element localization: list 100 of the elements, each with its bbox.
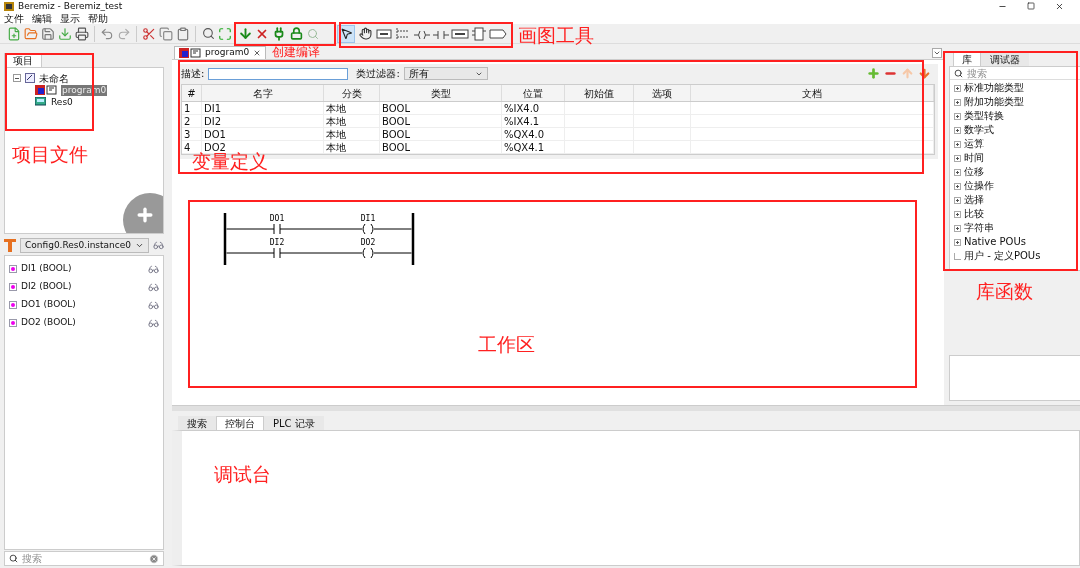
expand-icon[interactable] bbox=[954, 98, 961, 106]
glasses-icon[interactable] bbox=[148, 299, 159, 311]
glasses-icon[interactable] bbox=[148, 281, 159, 293]
expand-icon[interactable] bbox=[954, 168, 961, 176]
table-cell: %QX4.0 bbox=[504, 128, 545, 140]
expand-icon[interactable] bbox=[954, 126, 961, 134]
column-header[interactable]: 选项 bbox=[634, 85, 691, 101]
annotation-label: 调试台 bbox=[214, 463, 271, 485]
resource-icon bbox=[35, 97, 46, 107]
contact-label: DO1 bbox=[269, 214, 285, 223]
search-box[interactable]: 搜索 bbox=[4, 551, 164, 566]
instance-dropdown[interactable]: Config0.Res0.instance0 bbox=[20, 238, 149, 253]
column-header[interactable]: 位置 bbox=[502, 85, 565, 101]
search-field[interactable]: 搜索 bbox=[22, 551, 145, 566]
menu-item[interactable]: 显示 bbox=[60, 13, 80, 24]
clear-icon[interactable] bbox=[149, 553, 159, 564]
table-cell: BOOL bbox=[382, 141, 410, 153]
column-header[interactable]: # bbox=[182, 85, 202, 101]
expand-icon[interactable] bbox=[954, 154, 961, 162]
expand-icon[interactable] bbox=[954, 196, 961, 204]
annotation-label: 创建编译 bbox=[272, 46, 320, 58]
annotation-label: 变量定义 bbox=[192, 150, 268, 172]
column-header[interactable]: 初始值 bbox=[565, 85, 634, 101]
variable-icon bbox=[9, 301, 17, 309]
library-item[interactable]: 比较 bbox=[964, 208, 984, 220]
table-cell: 本地 bbox=[326, 128, 346, 140]
column-header[interactable]: 分类 bbox=[324, 85, 380, 101]
table-cell: DI2 bbox=[204, 115, 221, 127]
power-rail-icon bbox=[395, 26, 411, 41]
description-label: 描述: bbox=[181, 67, 205, 81]
library-item[interactable]: 时间 bbox=[964, 152, 984, 164]
variable-icon bbox=[9, 265, 17, 273]
plus-icon bbox=[135, 205, 155, 225]
filter-dropdown[interactable]: 所有 bbox=[403, 67, 488, 80]
glasses-icon[interactable] bbox=[148, 317, 159, 329]
description-field[interactable] bbox=[208, 67, 349, 80]
lock-button[interactable] bbox=[288, 24, 304, 43]
variable-label[interactable]: DI2 (BOOL) bbox=[21, 280, 72, 294]
library-item[interactable]: 类型转换 bbox=[964, 110, 1004, 122]
table-cell: BOOL bbox=[382, 115, 410, 127]
program-icon bbox=[35, 85, 57, 95]
library-item[interactable]: 位移 bbox=[964, 166, 984, 178]
library-item[interactable]: 标准功能类型 bbox=[964, 82, 1024, 94]
search-icon bbox=[9, 554, 18, 563]
expand-icon[interactable] bbox=[954, 182, 961, 190]
filter-label: 类过滤器: bbox=[356, 67, 400, 81]
table-cell: DI1 bbox=[204, 102, 221, 114]
expand-icon[interactable] bbox=[954, 112, 961, 120]
tab[interactable]: 搜索 bbox=[178, 416, 216, 430]
table-cell: 2 bbox=[184, 115, 191, 127]
tree-item[interactable]: Res0 bbox=[50, 96, 74, 108]
glasses-icon[interactable] bbox=[148, 263, 159, 275]
editor-tab[interactable]: program0 bbox=[174, 46, 267, 59]
library-item[interactable]: 字符串 bbox=[964, 222, 994, 234]
library-item[interactable]: 数学式 bbox=[964, 124, 994, 136]
comment-box-icon bbox=[376, 28, 392, 39]
close-icon[interactable] bbox=[253, 49, 262, 57]
debug-arrow-icon bbox=[4, 239, 16, 252]
table-cell: BOOL bbox=[382, 128, 410, 140]
collapse-toggle[interactable] bbox=[13, 74, 21, 82]
library-search-field[interactable]: 搜索 bbox=[967, 67, 1080, 79]
glasses-icon[interactable] bbox=[153, 240, 164, 251]
column-header[interactable]: 名字 bbox=[202, 85, 324, 101]
library-item[interactable]: 附加功能类型 bbox=[964, 96, 1024, 108]
chevron-icon bbox=[933, 49, 941, 57]
library-item[interactable]: 用户 - 定义POUs bbox=[964, 250, 1041, 262]
menu-item[interactable]: 帮助 bbox=[88, 13, 108, 24]
drawing-tool[interactable] bbox=[356, 24, 374, 43]
expand-icon[interactable] bbox=[954, 224, 961, 232]
add-icon[interactable] bbox=[867, 67, 880, 80]
menu-item[interactable]: 文件 bbox=[4, 13, 24, 24]
search-icon bbox=[954, 68, 963, 78]
menu-item[interactable]: 编辑 bbox=[32, 13, 52, 24]
library-item[interactable]: Native POUs bbox=[964, 236, 1026, 248]
close-icon[interactable] bbox=[1055, 2, 1064, 11]
pointer-icon bbox=[339, 27, 353, 40]
tab[interactable]: 控制台 bbox=[216, 416, 264, 430]
expand-icon[interactable] bbox=[954, 140, 961, 148]
variable-label[interactable]: DO1 (BOOL) bbox=[21, 298, 76, 312]
tab[interactable]: PLC 记录 bbox=[264, 416, 324, 430]
variable-label[interactable]: DI1 (BOOL) bbox=[21, 262, 72, 276]
library-item[interactable]: 运算 bbox=[964, 138, 984, 150]
library-item[interactable]: 位操作 bbox=[964, 180, 994, 192]
tabs-dropdown[interactable] bbox=[932, 48, 942, 58]
variable-label[interactable]: DO2 (BOOL) bbox=[21, 316, 76, 330]
column-header[interactable]: 文档 bbox=[691, 85, 934, 101]
coil-label: DO2 bbox=[360, 238, 376, 247]
column-header[interactable]: 类型 bbox=[380, 85, 502, 101]
annotation-label: 画图工具 bbox=[518, 24, 594, 46]
move-down-icon[interactable] bbox=[918, 67, 931, 80]
expand-icon[interactable] bbox=[954, 238, 961, 246]
tree-item[interactable]: 未命名 bbox=[39, 72, 69, 84]
library-item[interactable]: 选择 bbox=[964, 194, 984, 206]
program-icon bbox=[179, 48, 201, 58]
maximize-icon[interactable] bbox=[1027, 2, 1035, 10]
expand-icon[interactable] bbox=[954, 84, 961, 92]
table-cell: 本地 bbox=[326, 115, 346, 127]
table-cell: 3 bbox=[184, 128, 191, 140]
table-cell: %QX4.1 bbox=[504, 141, 545, 153]
expand-icon[interactable] bbox=[954, 210, 961, 218]
